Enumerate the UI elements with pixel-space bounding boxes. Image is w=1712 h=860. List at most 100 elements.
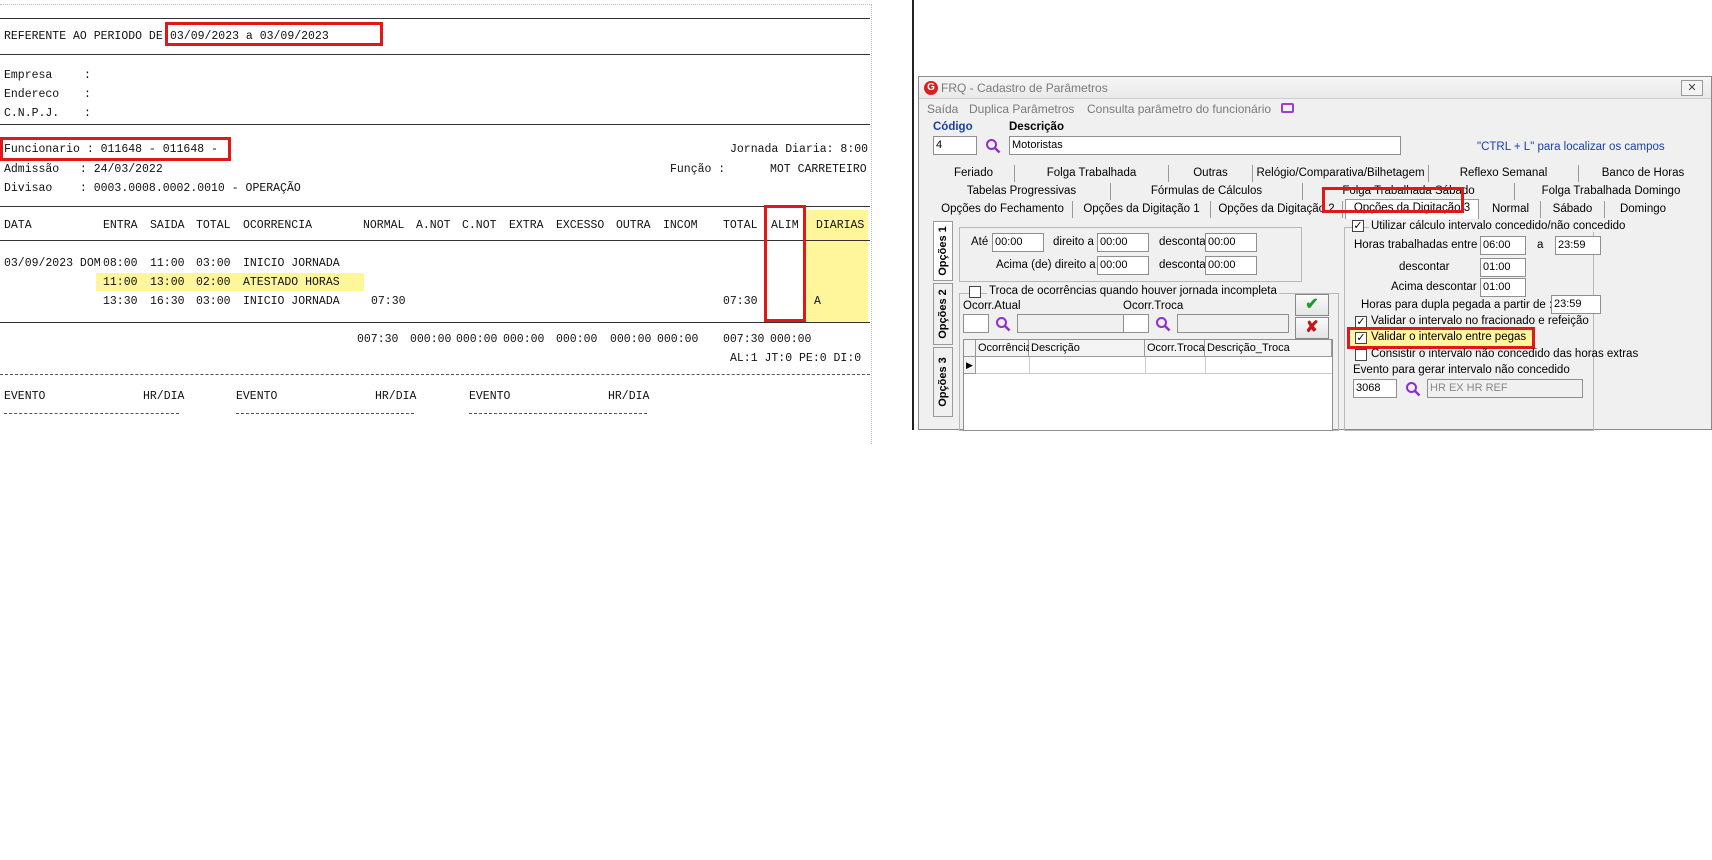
tab-relogio[interactable]: Relógio/Comparativa/Bilhetagem [1253,165,1429,182]
confirm-button[interactable]: ✔ [1295,294,1329,316]
acima-descontar-field[interactable]: 01:00 [1480,278,1526,297]
grid-header-ocorrencia[interactable]: Ocorrência [976,340,1032,357]
grid-header-ocorr-troca[interactable]: Ocorr.Troca [1145,340,1205,357]
troca-grid[interactable]: Ocorrência Descrição Ocorr.Troca Descriç… [963,339,1333,431]
total-alim: 000:00 [770,333,812,346]
menu-duplica-parametros[interactable]: Duplica Parâmetros [969,102,1074,116]
title-bar[interactable]: G FRQ - Cadastro de Parâmetros ✕ [919,77,1711,99]
cancel-button[interactable]: ✘ [1295,317,1329,339]
total-incom: 000:00 [657,333,699,346]
tab-folga-trabalhada-domingo[interactable]: Folga Trabalhada Domingo [1515,183,1707,200]
codigo-field[interactable]: 4 [933,136,977,155]
tab-tabelas-progressivas[interactable]: Tabelas Progressivas [933,183,1111,200]
descontar2-field[interactable]: 00:00 [1205,256,1257,275]
menu-consulta-parametro[interactable]: Consulta parâmetro do funcionário [1087,102,1271,116]
row1-data: 03/09/2023 DOM [4,257,101,270]
evento-underline [236,413,414,414]
funcao-value: MOT CARRETEIRO [770,163,867,176]
direito-a-field[interactable]: 00:00 [1097,233,1149,252]
grid-cell-divider [1029,357,1030,374]
vtab-opcoes-3[interactable]: Opções 3 [933,347,953,417]
search-icon[interactable] [985,138,1001,154]
vtab-label: Opções 3 [937,357,949,407]
vtab-opcoes-1[interactable]: Opções 1 [933,221,953,281]
evento-underline [4,413,179,414]
shortcut-hint: "CTRL + L" para localizar os campos [1477,141,1665,153]
grid-header-descricao-troca[interactable]: Descrição_Troca [1205,340,1332,357]
search-icon[interactable] [1405,381,1421,397]
search-icon[interactable] [995,316,1011,332]
utilizar-label: Utilizar cálculo intervalo concedido/não… [1369,220,1628,232]
descontar-label: descontar [1159,236,1210,248]
horas-trab-to-field[interactable]: 23:59 [1555,236,1601,255]
periodo-label: REFERENTE AO PERIODO DE: [4,30,170,43]
col-header-ocorrencia: OCORRENCIA [243,219,313,232]
cnpj-label: C.N.P.J. [4,107,60,120]
col-header-cnot: C.NOT [462,219,497,232]
acima-label: Acima (de) direito a [996,259,1096,271]
horas-trab-from-field[interactable]: 06:00 [1480,236,1526,255]
separator-line [0,206,870,207]
acima-field[interactable]: 00:00 [1097,256,1149,275]
grid-header-descricao[interactable]: Descrição [1029,340,1145,357]
descontar3-label: descontar [1399,261,1450,273]
tab-row-1: Feriado Folga Trabalhada Outras Relógio/… [933,165,1712,182]
tab-domingo[interactable]: Domingo [1605,201,1681,218]
evento-code-field[interactable]: 3068 [1353,379,1397,398]
ate-field[interactable]: 00:00 [992,233,1044,252]
periodo-highlight-box [165,22,383,46]
close-button[interactable]: ✕ [1681,80,1703,96]
total-anot: 000:00 [410,333,452,346]
ocorr-atual-field[interactable] [963,314,989,333]
tab-formulas-de-calculos[interactable]: Fórmulas de Cálculos [1111,183,1303,200]
descontar-field[interactable]: 00:00 [1205,233,1257,252]
col-header-diarias: DIARIAS [816,219,865,232]
row3-saida: 16:30 [150,295,185,308]
row2-saida: 13:00 [150,276,185,289]
tab-folga-trabalhada[interactable]: Folga Trabalhada [1015,165,1169,182]
row3-total: 03:00 [196,295,231,308]
ocorr-atual-desc [1017,314,1129,333]
funcao-label: Função : [670,163,726,176]
consistir-checkbox[interactable] [1355,349,1367,361]
row3-total2: 07:30 [723,295,758,308]
ocorr-troca-desc [1177,314,1289,333]
col-header-saida: SAIDA [150,219,185,232]
col-header-anot: A.NOT [416,219,451,232]
a-label: a [1537,239,1544,251]
tab-outras[interactable]: Outras [1169,165,1253,182]
descontar2-label: descontar [1159,259,1210,271]
evento-underline [469,413,647,414]
dupla-pegada-label: Horas para dupla pegada a partir de : [1361,299,1553,311]
descontar3-field[interactable]: 01:00 [1480,258,1526,277]
tab-normal[interactable]: Normal [1481,201,1541,218]
ocorr-troca-field[interactable] [1123,314,1149,333]
monitor-icon[interactable] [1281,103,1294,113]
grid-cell-divider [1145,357,1146,374]
ocorr-troca-label: Ocorr.Troca [1123,300,1184,312]
search-icon[interactable] [1155,316,1171,332]
menu-saida[interactable]: Saída [927,102,958,116]
tab-opcoes-digitacao-1[interactable]: Opções da Digitação 1 [1073,201,1211,218]
row1-saida: 11:00 [150,257,185,270]
tab-opcoes-fechamento[interactable]: Opções do Fechamento [933,201,1073,218]
codigo-label: Código [933,121,973,133]
dashed-separator [0,374,870,375]
total-extra: 000:00 [503,333,545,346]
row2-entra: 11:00 [103,276,138,289]
evento-header-1: EVENTO [4,390,46,403]
validar-fracionado-label: Validar o intervalo no fracionado e refe… [1371,315,1589,327]
tab-reflexo-semanal[interactable]: Reflexo Semanal [1429,165,1579,182]
dupla-pegada-field[interactable]: 23:59 [1551,295,1601,314]
row1-entra: 08:00 [103,257,138,270]
utilizar-checkbox[interactable]: ✓ [1352,220,1364,232]
vtab-opcoes-2[interactable]: Opções 2 [933,283,953,345]
tab-feriado[interactable]: Feriado [933,165,1015,182]
vtab-label: Opções 1 [937,226,949,276]
tab-sabado[interactable]: Sábado [1541,201,1605,218]
tab-banco-de-horas[interactable]: Banco de Horas [1579,165,1707,182]
troca-checkbox[interactable] [969,286,981,298]
separator-line [0,322,870,323]
app-logo-icon: G [924,81,938,95]
descricao-field[interactable]: Motoristas [1009,136,1401,155]
